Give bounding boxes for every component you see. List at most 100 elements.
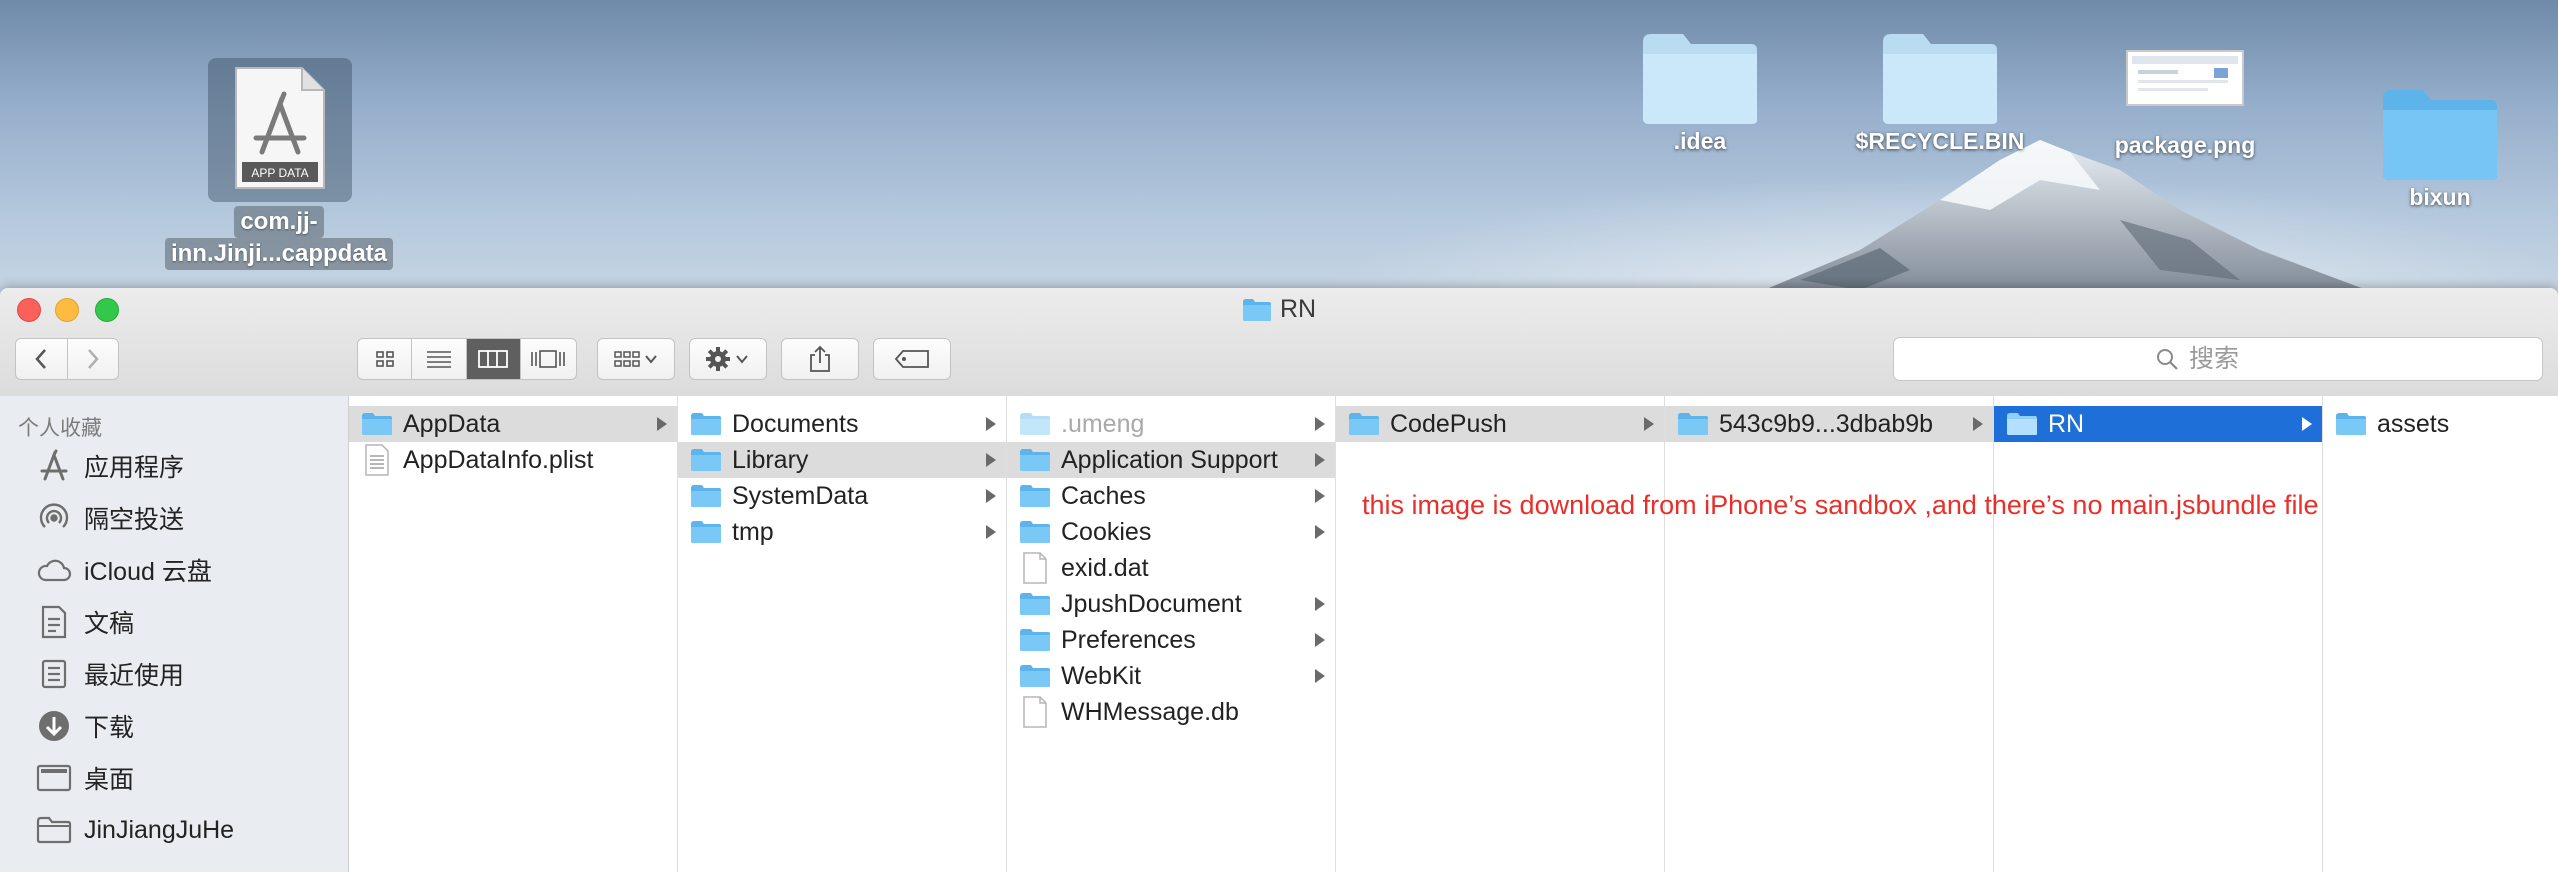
desktop-item-package-png[interactable]: package.png	[2100, 50, 2270, 159]
sidebar-item-icloud[interactable]: iCloud 云盘	[34, 550, 212, 590]
disclosure-arrow-icon	[986, 525, 996, 539]
icon-view-button[interactable]	[358, 339, 413, 379]
disclosure-arrow-icon	[1315, 597, 1325, 611]
desktop-item-recycle-bin[interactable]: $RECYCLE.BIN	[1840, 28, 2040, 155]
list-item-label: tmp	[732, 517, 774, 546]
list-item-tmp[interactable]: tmp	[678, 514, 1006, 550]
list-item-library[interactable]: Library	[678, 442, 1006, 478]
desktop-item-label: bixun	[2409, 184, 2471, 210]
share-button[interactable]	[781, 338, 859, 380]
sidebar-item-documents[interactable]: 文稿	[34, 602, 134, 642]
forward-button[interactable]	[68, 339, 119, 379]
search-input[interactable]	[2187, 343, 2281, 375]
selected-file-label[interactable]: com.jj- inn.Jinji...cappdata	[156, 206, 402, 270]
gear-icon	[706, 347, 748, 371]
sidebar-item-label: iCloud 云盘	[84, 558, 212, 586]
list-item-label: Documents	[732, 409, 859, 438]
action-button[interactable]	[689, 338, 767, 380]
gallery-view-button[interactable]	[521, 339, 576, 379]
navigation-buttons	[15, 338, 119, 380]
share-icon	[810, 345, 830, 372]
document-icon	[1017, 552, 1053, 584]
sidebar-item-jinjiangjuhe[interactable]: JinJiangJuHe	[34, 810, 234, 850]
list-item-exid-dat[interactable]: exid.dat	[1007, 550, 1335, 586]
folder-icon	[1242, 299, 1271, 321]
airdrop-icon	[34, 498, 74, 538]
back-button[interactable]	[16, 339, 68, 379]
browser-column-3: .umeng Application Support Caches Cookie…	[1007, 396, 1336, 872]
list-item-label: RN	[2048, 409, 2085, 438]
list-item-umeng[interactable]: .umeng	[1007, 406, 1335, 442]
sidebar-item-label: JinJiangJuHe	[84, 815, 235, 844]
list-item-preferences[interactable]: Preferences	[1007, 622, 1335, 658]
window-title-text: RN	[1279, 295, 1317, 323]
group-button[interactable]	[597, 338, 675, 380]
column-view-button[interactable]	[466, 339, 521, 379]
list-item-appdata[interactable]: AppData	[349, 406, 677, 442]
desktop-item-bixun[interactable]: bixun	[2360, 84, 2520, 211]
folder-icon	[1675, 412, 1711, 436]
chevron-left-icon	[35, 349, 47, 369]
selected-file-label-line2: inn.Jinji...cappdata	[164, 238, 394, 270]
list-item-label: WHMessage.db	[1061, 697, 1239, 726]
list-view-button[interactable]	[412, 339, 467, 379]
disclosure-arrow-icon	[1315, 417, 1325, 431]
list-item-label: JpushDocument	[1061, 589, 1242, 618]
list-item-label: Library	[732, 445, 809, 474]
sidebar: 个人收藏 应用程序 隔空投送 iCloud 云盘 文稿 最近使用 下载 桌面 J…	[0, 396, 349, 872]
list-item-documents[interactable]: Documents	[678, 406, 1006, 442]
sidebar-item-downloads[interactable]: 下载	[34, 706, 134, 746]
list-item-codepush[interactable]: CodePush	[1336, 406, 1664, 442]
list-item-application-support[interactable]: Application Support	[1007, 442, 1335, 478]
list-item-whmessage-db[interactable]: WHMessage.db	[1007, 694, 1335, 730]
sidebar-item-recents[interactable]: 最近使用	[34, 654, 184, 694]
finder-window: RN 搜索 个人收藏 应用程序 隔空投送 iCloud 云盘 文稿 最近使用 下…	[0, 288, 2558, 872]
desktop-item-label: package.png	[2114, 132, 2256, 158]
list-item-label: WebKit	[1061, 661, 1142, 690]
folder-icon	[1346, 412, 1382, 436]
list-item-label: Cookies	[1061, 517, 1152, 546]
list-item-webkit[interactable]: WebKit	[1007, 658, 1335, 694]
folder-icon	[1017, 484, 1053, 508]
desktop-item-label: $RECYCLE.BIN	[1855, 128, 2025, 154]
browser-column-4: CodePush	[1336, 396, 1665, 872]
mountain-wallpaper	[1740, 140, 2380, 300]
list-item-package-hash[interactable]: 543c9b9...3dbab9b	[1665, 406, 1993, 442]
folder-icon	[1017, 592, 1053, 616]
list-item-jpushdocument[interactable]: JpushDocument	[1007, 586, 1335, 622]
list-item-label: exid.dat	[1061, 553, 1149, 582]
disclosure-arrow-icon	[657, 417, 667, 431]
list-item-label: CodePush	[1390, 409, 1507, 438]
desktop-item-idea[interactable]: .idea	[1620, 28, 1780, 155]
search-field[interactable]	[1893, 337, 2543, 381]
selected-file-label-line1: com.jj-	[234, 206, 324, 238]
list-item-caches[interactable]: Caches	[1007, 478, 1335, 514]
toolbar: RN	[0, 288, 2558, 397]
desktop: APP DATA com.jj- inn.Jinji...cappdata .i…	[0, 0, 2558, 300]
applications-icon	[34, 446, 74, 486]
sidebar-item-label: 应用程序	[84, 454, 185, 482]
sidebar-item-airdrop[interactable]: 隔空投送	[34, 498, 184, 538]
folder-icon	[1643, 34, 1757, 124]
list-item-label: Preferences	[1061, 625, 1196, 654]
folder-icon	[2004, 412, 2040, 436]
list-item-label: assets	[2377, 409, 2450, 438]
sidebar-item-desktop[interactable]: 桌面	[34, 758, 134, 798]
list-item-rn[interactable]: RN	[1994, 406, 2322, 442]
list-item-appdatainfo-plist[interactable]: AppDataInfo.plist	[349, 442, 677, 478]
list-item-systemdata[interactable]: SystemData	[678, 478, 1006, 514]
sidebar-item-applications[interactable]: 应用程序	[34, 446, 184, 486]
list-item-cookies[interactable]: Cookies	[1007, 514, 1335, 550]
tags-button[interactable]	[873, 338, 951, 380]
folder-icon	[688, 520, 724, 544]
appdata-file-icon[interactable]: APP DATA	[232, 66, 328, 192]
folder-icon	[1017, 448, 1053, 472]
disclosure-arrow-icon	[1315, 669, 1325, 683]
folder-icon	[1017, 628, 1053, 652]
list-item-label: AppData	[403, 409, 501, 438]
list-item-label: Application Support	[1061, 445, 1278, 474]
list-item-assets[interactable]: assets	[2323, 406, 2558, 442]
list-item-label: 543c9b9...3dbab9b	[1719, 409, 1934, 438]
window-title: RN	[0, 294, 2558, 324]
folder-icon	[1883, 34, 1997, 124]
